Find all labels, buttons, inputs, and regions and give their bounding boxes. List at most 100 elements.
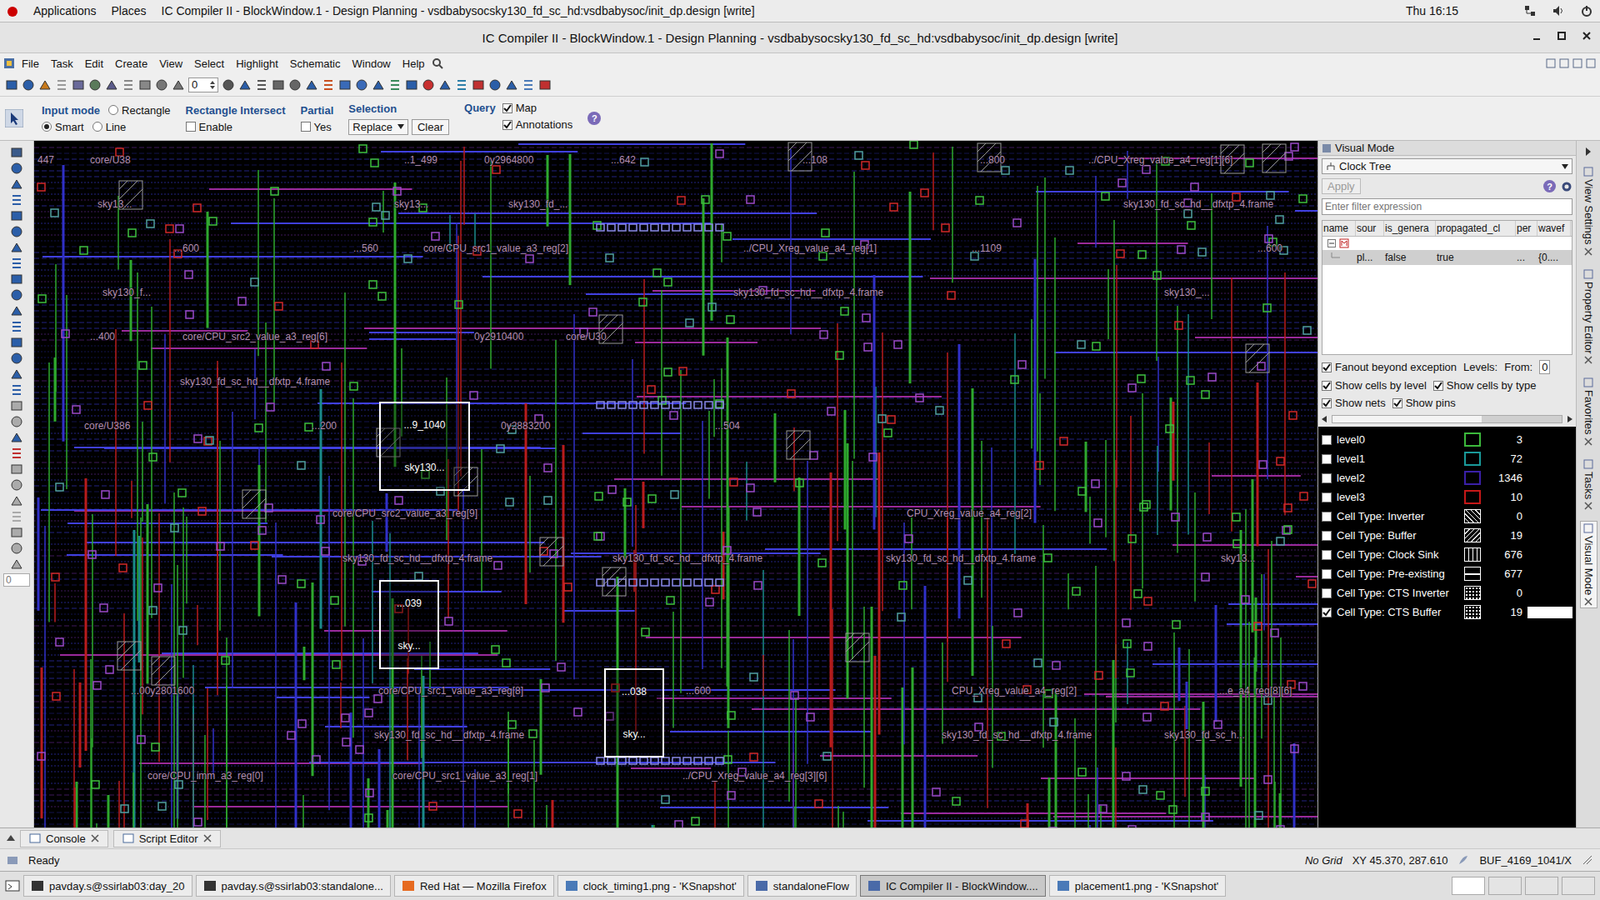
option-label[interactable]: Show nets bbox=[1335, 396, 1386, 410]
horizontal-scrollbar[interactable] bbox=[1321, 415, 1573, 424]
align-icon[interactable] bbox=[121, 78, 135, 92]
spin-box[interactable]: 0 bbox=[188, 77, 219, 93]
gear-icon[interactable] bbox=[1560, 180, 1573, 193]
legend-label[interactable]: level3 bbox=[1336, 490, 1460, 504]
scroll-up-icon[interactable] bbox=[6, 834, 15, 843]
column-header[interactable]: wavef bbox=[1537, 220, 1571, 236]
restore-icon[interactable] bbox=[1571, 57, 1584, 70]
legend-label[interactable]: Cell Type: Clock Sink bbox=[1336, 548, 1460, 561]
taskbar-item[interactable]: placement1.png - 'KSnapshot' bbox=[1049, 875, 1227, 897]
close-icon[interactable] bbox=[1584, 437, 1593, 446]
close-icon[interactable] bbox=[90, 834, 100, 843]
delete-icon[interactable] bbox=[10, 446, 24, 460]
menu-item[interactable]: Edit bbox=[80, 55, 109, 72]
radio-button[interactable] bbox=[41, 121, 52, 132]
option-label[interactable]: Show pins bbox=[1405, 396, 1456, 410]
delete-icon[interactable] bbox=[55, 78, 69, 92]
menu-item[interactable]: Schematic bbox=[285, 55, 346, 72]
query-icon[interactable] bbox=[221, 78, 235, 92]
side-tab-label[interactable]: Visual Mode bbox=[1582, 535, 1595, 595]
side-tab[interactable]: Visual Mode bbox=[1580, 520, 1598, 609]
side-tab-label[interactable]: View Settings bbox=[1582, 179, 1595, 245]
option-label[interactable]: Fanout beyond exception bbox=[1335, 360, 1457, 374]
close-icon[interactable] bbox=[1584, 597, 1593, 606]
workspace-button[interactable] bbox=[1561, 876, 1595, 895]
menu-item[interactable]: Select bbox=[189, 55, 230, 72]
rect-icon[interactable] bbox=[10, 193, 24, 207]
taskbar-label[interactable]: pavday.s@ssirlab03:standalone... bbox=[221, 880, 384, 893]
check-icon[interactable] bbox=[488, 78, 502, 92]
legend-checkbox[interactable] bbox=[1321, 569, 1332, 580]
legend-row[interactable]: level172 bbox=[1318, 449, 1576, 469]
clock[interactable]: Thu 16:15 bbox=[1405, 4, 1459, 18]
legend-checkbox[interactable] bbox=[1321, 492, 1332, 503]
taskbar-item[interactable]: Red Hat — Mozilla Firefox bbox=[394, 875, 555, 897]
legend-label[interactable]: Cell Type: Inverter bbox=[1336, 510, 1460, 523]
select-icon[interactable] bbox=[10, 145, 24, 160]
close-icon[interactable] bbox=[203, 834, 212, 843]
taskbar-item[interactable]: pavday.s@ssirlab03:day_20 bbox=[23, 875, 193, 897]
zoom-icon[interactable] bbox=[10, 177, 24, 191]
input-mode-option[interactable]: Rectangle bbox=[108, 104, 171, 117]
option-label[interactable]: Show cells by type bbox=[1446, 379, 1537, 392]
drc-icon[interactable] bbox=[471, 78, 485, 92]
legend-row[interactable]: level03 bbox=[1318, 430, 1576, 450]
checkbox[interactable] bbox=[1321, 362, 1332, 373]
pencil-icon[interactable] bbox=[38, 78, 52, 92]
snap-icon[interactable] bbox=[71, 78, 85, 92]
side-tab-label[interactable]: Favorites bbox=[1582, 390, 1595, 435]
text-icon[interactable] bbox=[10, 557, 24, 571]
layer-icon[interactable] bbox=[238, 78, 252, 92]
copy-icon[interactable] bbox=[10, 335, 24, 350]
ruler-icon[interactable] bbox=[10, 225, 24, 239]
edit-icon[interactable] bbox=[10, 510, 24, 524]
cts-buffer-highlight[interactable]: ...9_1040sky130... bbox=[379, 401, 470, 491]
copy-icon[interactable] bbox=[105, 78, 119, 92]
error-icon[interactable] bbox=[538, 78, 552, 92]
from-input[interactable]: 0 bbox=[1539, 360, 1550, 375]
column-label[interactable]: wavef bbox=[1538, 222, 1565, 235]
bottom-tab-label[interactable]: Console bbox=[45, 832, 86, 845]
legend-checkbox[interactable] bbox=[1321, 511, 1332, 522]
legend-row[interactable]: Cell Type: CTS Buffer19 bbox=[1318, 602, 1576, 622]
route-icon[interactable] bbox=[321, 78, 335, 92]
taskbar-label[interactable]: Red Hat — Mozilla Firefox bbox=[420, 880, 547, 893]
table-icon[interactable] bbox=[271, 78, 285, 92]
align-icon[interactable] bbox=[10, 430, 24, 445]
column-label[interactable]: name bbox=[1323, 222, 1349, 235]
radio-button[interactable] bbox=[108, 105, 119, 115]
lock-icon[interactable] bbox=[10, 462, 24, 476]
workspace-button[interactable] bbox=[1525, 876, 1559, 895]
checkbox[interactable] bbox=[1392, 398, 1403, 409]
checkbox[interactable] bbox=[185, 121, 196, 132]
side-tab-label[interactable]: Tasks bbox=[1582, 471, 1595, 500]
left-field[interactable]: 0 bbox=[3, 573, 30, 587]
legend-checkbox[interactable] bbox=[1321, 550, 1332, 560]
close-icon[interactable] bbox=[1581, 30, 1592, 41]
layout-icon[interactable] bbox=[505, 78, 519, 92]
group-icon[interactable] bbox=[10, 351, 24, 365]
align-top-icon[interactable] bbox=[288, 78, 302, 92]
bottom-tab[interactable]: Console bbox=[20, 830, 109, 848]
report-icon[interactable] bbox=[438, 78, 452, 92]
show-desktop-icon[interactable] bbox=[5, 878, 20, 894]
resize-icon[interactable] bbox=[1581, 854, 1594, 866]
volume-icon[interactable] bbox=[1551, 4, 1565, 18]
menu-item[interactable]: Task bbox=[45, 55, 79, 72]
from-value[interactable]: 0 bbox=[1541, 360, 1548, 374]
legend-checkbox[interactable] bbox=[1321, 607, 1332, 618]
cts-buffer-highlight[interactable]: ...038sky... bbox=[604, 668, 665, 758]
checkbox[interactable] bbox=[300, 121, 311, 132]
legend-label[interactable]: Cell Type: CTS Buffer bbox=[1336, 605, 1460, 619]
applications-menu[interactable]: Applications bbox=[33, 4, 97, 18]
legend-label[interactable]: level2 bbox=[1336, 471, 1460, 485]
left-field-value[interactable]: 0 bbox=[5, 574, 12, 586]
network-icon[interactable] bbox=[1523, 4, 1537, 18]
arrow-cursor-icon[interactable] bbox=[5, 109, 24, 128]
legend-row[interactable]: Cell Type: Pre-existing677 bbox=[1318, 564, 1576, 584]
legend-row[interactable]: level21346 bbox=[1318, 468, 1576, 488]
legend-row[interactable]: Cell Type: Buffer19 bbox=[1318, 525, 1576, 545]
legend-checkbox[interactable] bbox=[1321, 530, 1332, 541]
legend-label[interactable]: level0 bbox=[1336, 433, 1460, 446]
layout-canvas[interactable]: 447core/U38..1_4990y2964800...642...108.… bbox=[34, 140, 1318, 828]
